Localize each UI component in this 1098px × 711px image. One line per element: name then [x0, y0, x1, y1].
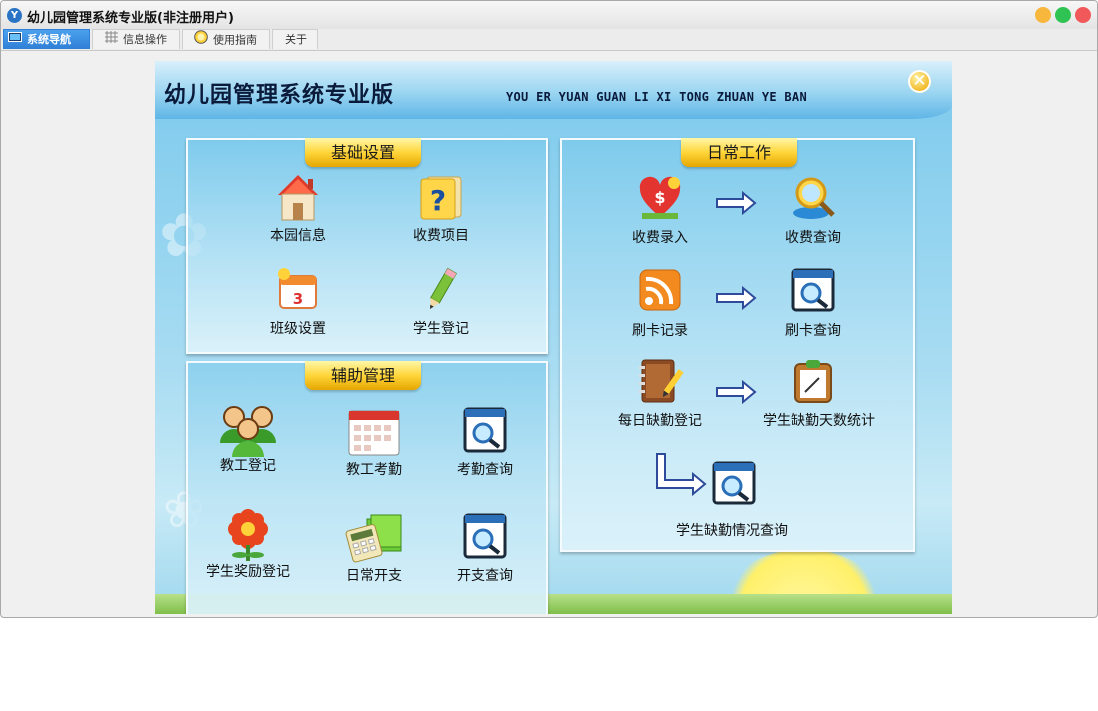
item-label: 班级设置 [270, 321, 326, 337]
maximize-button[interactable] [1055, 7, 1071, 23]
app-logo-icon: Y [7, 8, 22, 23]
section-title: 基础设置 [305, 138, 421, 167]
svg-text:?: ? [430, 184, 446, 217]
tab-system-navigation[interactable]: 系统导航 [3, 29, 90, 49]
item-label: 开支查询 [457, 568, 513, 584]
tab-label: 使用指南 [213, 33, 257, 47]
calculator-folder-icon [345, 513, 403, 563]
tab-label: 系统导航 [27, 33, 71, 46]
flower-icon [224, 509, 272, 561]
money-heart-icon: $ [636, 175, 684, 223]
fee-items-button[interactable]: ? 收费项目 [391, 173, 491, 245]
fee-entry-button[interactable]: $ 收费录入 [610, 175, 710, 247]
item-label: 刷卡查询 [785, 323, 841, 339]
student-registration-button[interactable]: 学生登记 [391, 266, 491, 338]
item-label: 学生奖励登记 [206, 564, 290, 580]
help-icon [194, 30, 208, 51]
close-icon[interactable]: ✕ [908, 70, 931, 93]
clipboard-icon [789, 358, 837, 406]
magnifier-globe-icon [789, 175, 837, 223]
people-icon [217, 403, 279, 457]
arrow-right-icon [715, 379, 757, 408]
kindergarten-info-button[interactable]: 本园信息 [248, 173, 348, 245]
grid-icon [105, 30, 118, 50]
window-title: 幼儿园管理系统专业版(非注册用户) [27, 11, 234, 26]
item-label: 每日缺勤登记 [618, 413, 702, 429]
page-title: 幼儿园管理系统专业版 [164, 83, 395, 108]
expense-query-button[interactable]: 开支查询 [435, 513, 535, 585]
staff-registration-button[interactable]: 教工登记 [198, 403, 298, 475]
card-swipe-query-button[interactable]: 刷卡查询 [763, 268, 863, 340]
calendar-icon [346, 407, 402, 456]
staff-attendance-button[interactable]: 教工考勤 [324, 407, 424, 479]
section-title: 日常工作 [681, 138, 797, 167]
search-window-icon [461, 407, 509, 455]
item-label: 收费录入 [632, 230, 688, 246]
auxiliary-management-panel: 辅助管理 教工登记 教工考勤 考勤查询 学生奖励登记 日常开支 开支查询 [186, 361, 548, 614]
tab-bar: 系统导航 信息操作 使用指南 关于 [1, 29, 1097, 51]
class-calendar-icon: 3 [274, 266, 322, 314]
daily-expense-button[interactable]: 日常开支 [324, 513, 424, 585]
daily-absence-registration-button[interactable]: 每日缺勤登记 [610, 358, 710, 430]
item-label: 本园信息 [270, 228, 326, 244]
card-swipe-record-button[interactable]: 刷卡记录 [610, 268, 710, 340]
tab-label: 关于 [285, 33, 307, 46]
item-label: 考勤查询 [457, 462, 513, 478]
item-label: 学生登记 [413, 321, 469, 337]
search-window-icon [789, 268, 837, 316]
arrow-right-icon [715, 190, 757, 219]
svg-text:$: $ [654, 188, 665, 207]
item-label[interactable]: 学生缺勤情况查询 [676, 520, 788, 540]
daily-work-panel: 日常工作 $ 收费录入 收费查询 刷卡记录 刷卡查询 每日缺勤登记 学生缺勤天数… [560, 138, 915, 552]
navigation-canvas: ✿ ❀ 幼儿园管理系统专业版 YOU ER YUAN GUAN LI XI TO… [155, 61, 952, 614]
item-label: 收费查询 [785, 230, 841, 246]
monitor-icon [8, 30, 22, 50]
question-document-icon: ? [417, 173, 465, 221]
search-window-icon [710, 461, 758, 509]
page-subtitle-pinyin: YOU ER YUAN GUAN LI XI TONG ZHUAN YE BAN [506, 90, 807, 104]
item-label: 刷卡记录 [632, 323, 688, 339]
absence-days-statistics-button[interactable]: 学生缺勤天数统计 [763, 358, 875, 430]
rss-icon [636, 268, 684, 316]
title-bar: Y 幼儿园管理系统专业版(非注册用户) [1, 1, 1097, 29]
svg-text:3: 3 [293, 290, 303, 308]
class-settings-button[interactable]: 3 班级设置 [248, 266, 348, 338]
attendance-query-button[interactable]: 考勤查询 [435, 407, 535, 479]
tab-user-guide[interactable]: 使用指南 [182, 29, 270, 49]
item-label: 日常开支 [346, 568, 402, 584]
notebook-pencil-icon [636, 358, 684, 406]
basic-settings-panel: 基础设置 本园信息 ? 收费项目 3 班级设置 学生登记 [186, 138, 548, 354]
pencil-icon [417, 266, 465, 314]
item-label: 学生缺勤天数统计 [763, 413, 875, 429]
tab-label: 信息操作 [123, 33, 167, 46]
fee-query-button[interactable]: 收费查询 [763, 175, 863, 247]
item-label: 收费项目 [413, 228, 469, 244]
minimize-button[interactable] [1035, 7, 1051, 23]
search-window-icon [461, 513, 509, 561]
close-window-button[interactable] [1075, 7, 1091, 23]
tab-info-operation[interactable]: 信息操作 [92, 29, 180, 49]
section-title: 辅助管理 [305, 361, 421, 390]
app-window: Y 幼儿园管理系统专业版(非注册用户) 系统导航 信息操作 使用指南 关于 ✿ … [0, 0, 1098, 618]
tab-about[interactable]: 关于 [272, 29, 318, 49]
page-header: 幼儿园管理系统专业版 YOU ER YUAN GUAN LI XI TONG Z… [155, 61, 952, 119]
absence-status-query-button[interactable] [684, 461, 784, 509]
item-label: 教工考勤 [346, 462, 402, 478]
house-icon [274, 173, 322, 221]
arrow-right-icon [715, 285, 757, 314]
student-reward-registration-button[interactable]: 学生奖励登记 [198, 509, 298, 581]
